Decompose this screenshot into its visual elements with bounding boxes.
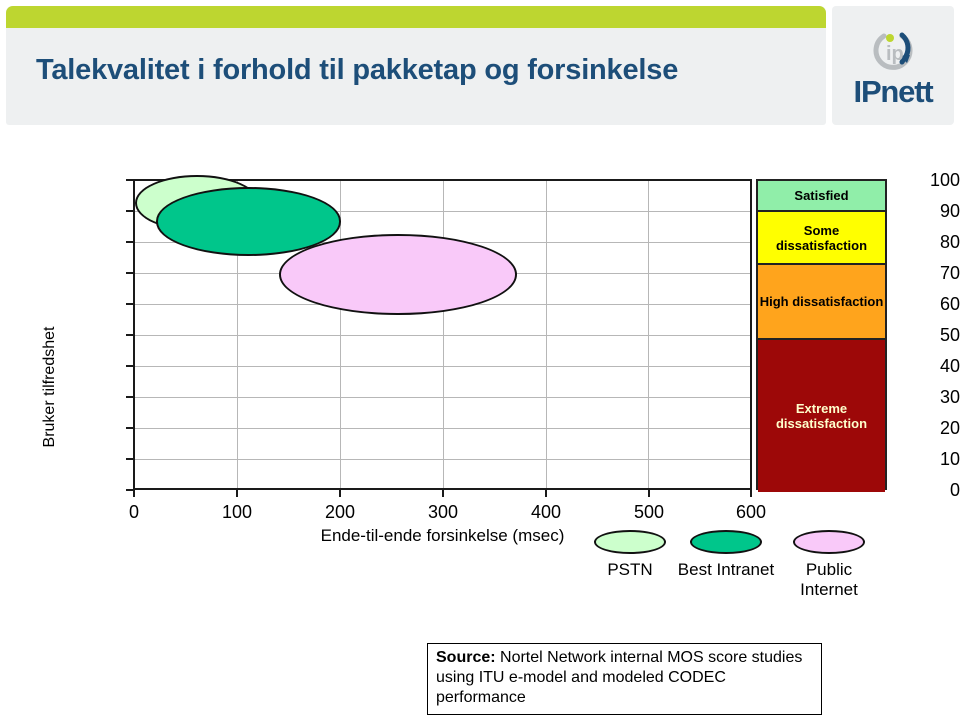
legend-swatch-best-intranet [690, 530, 762, 554]
x-tick-label: 100 [221, 502, 253, 522]
band-label: Some dissatisfaction [775, 222, 868, 253]
y-tick-label: 20 [939, 418, 960, 438]
y-tick-label: 60 [939, 294, 960, 314]
legend-label: PSTN [607, 560, 653, 579]
y-tick-label: 90 [939, 201, 960, 221]
band-label: Extreme dissatisfaction [775, 400, 868, 431]
plot-area [133, 174, 752, 490]
gridline [648, 181, 649, 488]
y-tick-label: 10 [939, 449, 960, 469]
x-tick-label: 0 [128, 502, 139, 522]
band-some-dissatisfaction: Some dissatisfaction [758, 212, 885, 265]
y-tick-label: 80 [939, 232, 960, 252]
band-high-dissatisfaction: High dissatisfaction [758, 264, 885, 340]
satisfaction-scale: Satisfied Some dissatisfaction High diss… [756, 179, 887, 492]
band-extreme-dissatisfaction: Extreme dissatisfaction [758, 339, 885, 492]
legend-swatch-pstn [594, 530, 666, 554]
band-label: High dissatisfaction [759, 293, 884, 309]
y-tick-label: 30 [939, 387, 960, 407]
y-axis-title: Bruker tilfredshet [41, 326, 58, 448]
source-label: Source: [436, 649, 496, 666]
x-tick-label: 300 [427, 502, 459, 522]
legend-label: Public Internet [800, 560, 858, 599]
band-satisfied: Satisfied [758, 181, 885, 213]
legend-label: Best Intranet [677, 560, 775, 579]
x-tick-label: 600 [735, 502, 767, 522]
y-tick-label: 40 [939, 356, 960, 376]
legend-swatch-public-internet [793, 530, 865, 554]
chart-region: Bruker tilfredshet 100 90 80 70 60 50 40… [0, 130, 960, 717]
header-accent-bar [6, 6, 826, 28]
bubble-public-internet [279, 233, 517, 315]
y-tick-label: 100 [929, 170, 960, 190]
ipnett-wordmark: IPnett [853, 74, 934, 109]
y-tick-label: 50 [939, 325, 960, 345]
gridline [340, 181, 341, 488]
gridline [443, 181, 444, 488]
x-tick-label: 200 [324, 502, 356, 522]
page-header: Talekvalitet i forhold til pakketap og f… [0, 0, 960, 130]
source-note: Source: Nortel Network internal MOS scor… [427, 643, 822, 715]
page-title: Talekvalitet i forhold til pakketap og f… [36, 54, 679, 86]
x-tick-label: 400 [530, 502, 562, 522]
y-tick-label: 0 [949, 480, 960, 500]
y-tick-label: 70 [939, 263, 960, 283]
x-tick-label: 500 [633, 502, 665, 522]
ipnett-circle-logo-icon: ip [862, 26, 932, 78]
gridline [546, 181, 547, 488]
svg-text:ip: ip [886, 43, 904, 65]
band-label: Satisfied [794, 188, 849, 204]
